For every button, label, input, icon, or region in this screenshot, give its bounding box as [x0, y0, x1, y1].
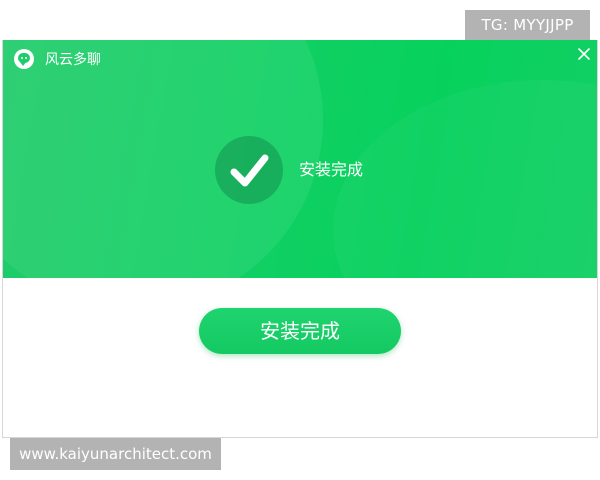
check-icon	[230, 154, 269, 187]
finish-install-button[interactable]: 安装完成	[199, 308, 401, 354]
chat-bubble-icon	[14, 49, 34, 69]
banner-glow-secondary	[333, 80, 597, 278]
watermark-top-right: TG: MYYJJPP	[465, 10, 590, 40]
installer-window: 风云多聊 安装完成 安装完成	[2, 40, 598, 438]
close-icon	[578, 48, 590, 60]
installer-banner: 风云多聊 安装完成	[3, 40, 597, 278]
close-button[interactable]	[573, 43, 595, 65]
install-status-text: 安装完成	[299, 160, 364, 179]
success-indicator	[215, 136, 283, 204]
watermark-bottom-left: www.kaiyunarchitect.com	[10, 438, 221, 470]
screenshot-page: TG: MYYJJPP 风云多聊 安装完成 安装完成 www.kaiyunarc…	[0, 0, 600, 480]
window-title: 风云多聊	[45, 52, 101, 68]
